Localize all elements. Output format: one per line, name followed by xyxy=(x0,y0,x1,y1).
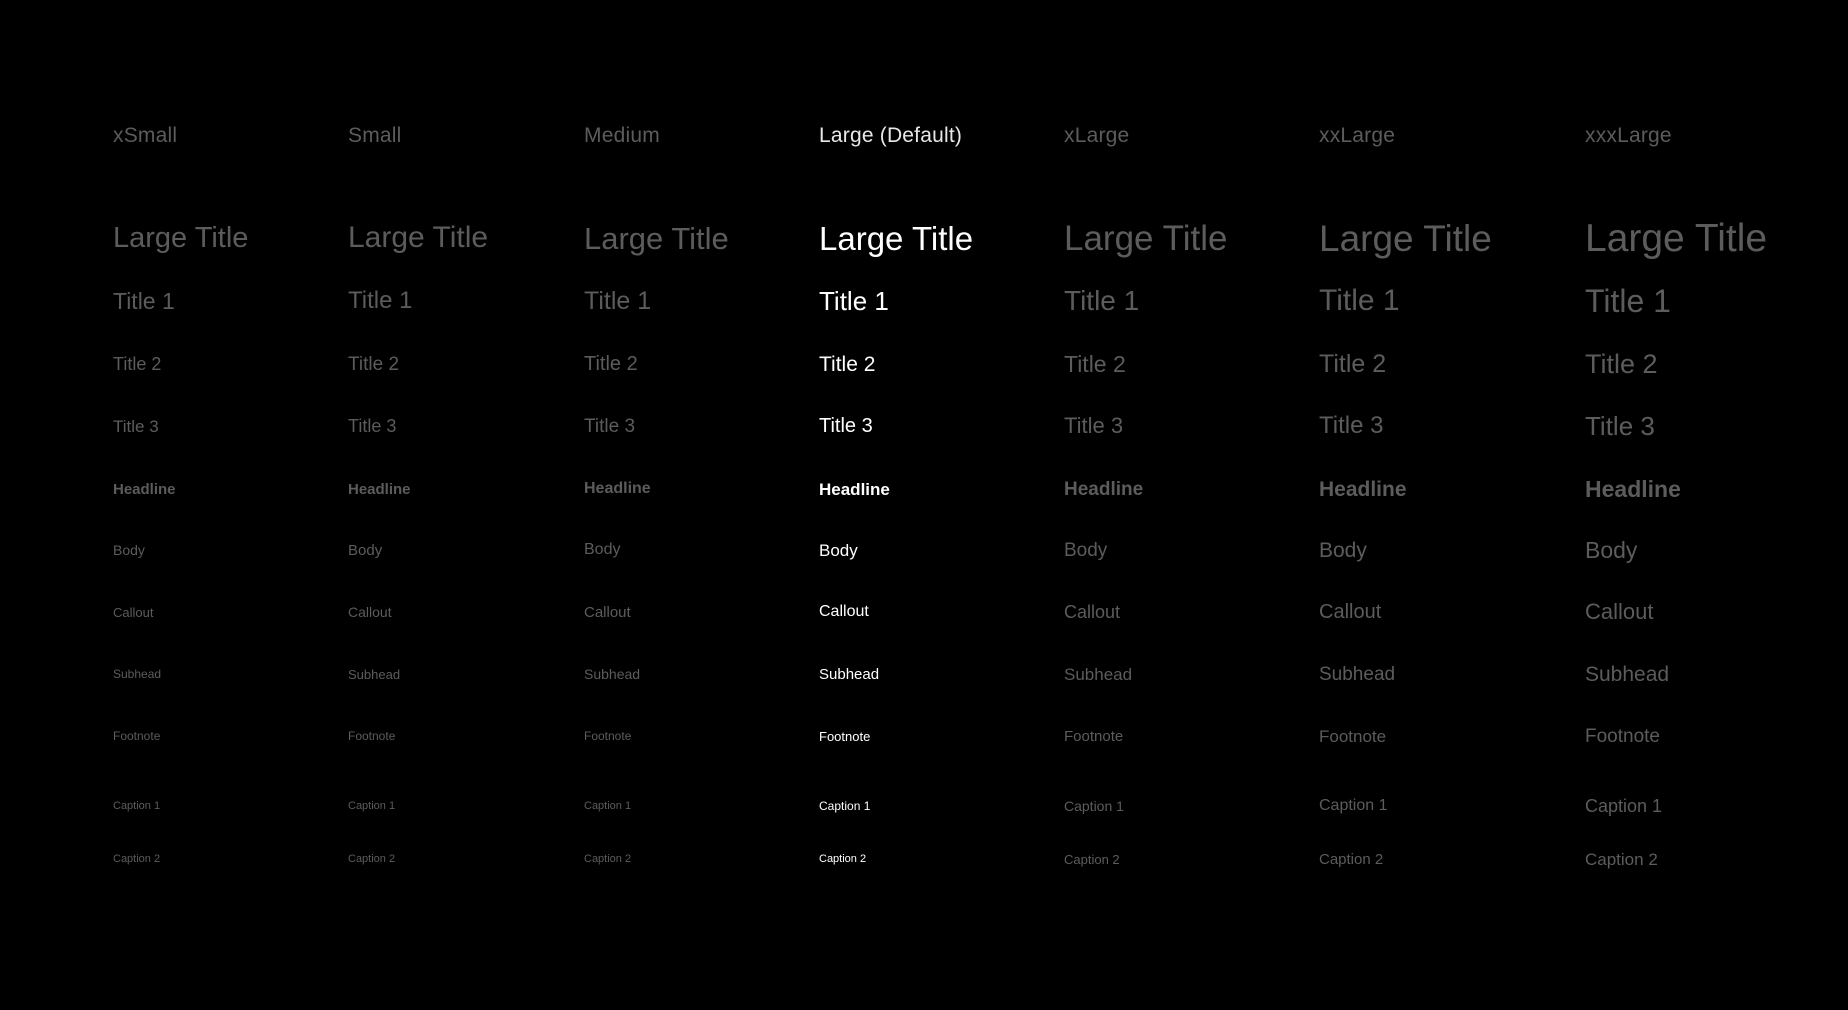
style-sample-title-2: Title 2 xyxy=(819,352,876,376)
style-sample-caption-1: Caption 1 xyxy=(819,799,871,813)
style-sample-caption-1: Caption 1 xyxy=(1064,798,1124,814)
style-sample-large-title: Large Title xyxy=(1064,218,1228,258)
column-header: xSmall xyxy=(113,124,178,147)
style-sample-title-2: Title 2 xyxy=(584,353,638,375)
style-sample-subhead: Subhead xyxy=(348,666,401,682)
style-sample-title-3: Title 3 xyxy=(1585,411,1655,441)
style-sample-large-title: Large Title xyxy=(113,221,249,254)
style-sample-body: Body xyxy=(584,541,621,558)
style-sample-caption-2: Caption 2 xyxy=(819,852,867,865)
style-sample-title-3: Title 3 xyxy=(584,415,636,437)
style-sample-body: Body xyxy=(819,540,858,560)
style-sample-callout: Callout xyxy=(113,604,154,620)
style-sample-callout: Callout xyxy=(819,603,869,620)
style-sample-caption-1: Caption 1 xyxy=(113,799,161,812)
style-sample-headline: Headline xyxy=(1319,477,1407,501)
style-sample-caption-1: Caption 1 xyxy=(1319,797,1388,814)
style-sample-body: Body xyxy=(1064,539,1108,561)
style-sample-headline: Headline xyxy=(113,480,176,498)
style-sample-headline: Headline xyxy=(1064,478,1144,500)
style-sample-footnote: Footnote xyxy=(1319,726,1387,746)
style-sample-caption-2: Caption 2 xyxy=(113,852,161,865)
style-sample-title-2: Title 2 xyxy=(1319,349,1387,378)
column-header: xLarge xyxy=(1064,124,1130,147)
style-sample-footnote: Footnote xyxy=(819,728,871,744)
style-sample-caption-2: Caption 2 xyxy=(1585,849,1658,869)
style-sample-large-title: Large Title xyxy=(348,221,489,254)
style-sample-caption-1: Caption 1 xyxy=(1585,796,1663,816)
style-sample-caption-2: Caption 2 xyxy=(1319,850,1384,868)
style-sample-title-2: Title 2 xyxy=(348,353,400,375)
style-sample-title-3: Title 3 xyxy=(819,415,873,437)
column-header: Large (Default) xyxy=(819,124,963,147)
style-sample-caption-2: Caption 2 xyxy=(348,852,396,865)
column-header: Small xyxy=(348,124,402,147)
style-sample-headline: Headline xyxy=(819,479,890,499)
style-sample-subhead: Subhead xyxy=(819,665,880,683)
style-sample-footnote: Footnote xyxy=(584,729,632,743)
style-sample-title-2: Title 2 xyxy=(113,354,162,374)
style-sample-title-3: Title 3 xyxy=(1064,413,1124,438)
style-sample-large-title: Large Title xyxy=(584,220,729,256)
style-sample-title-1: Title 1 xyxy=(1319,284,1400,317)
style-sample-headline: Headline xyxy=(348,480,411,498)
style-sample-footnote: Footnote xyxy=(1585,725,1660,747)
style-sample-title-3: Title 3 xyxy=(113,416,159,436)
style-sample-caption-2: Caption 2 xyxy=(584,852,632,865)
style-sample-title-3: Title 3 xyxy=(1319,412,1384,439)
style-sample-subhead: Subhead xyxy=(584,666,641,682)
style-sample-footnote: Footnote xyxy=(1064,727,1124,745)
style-sample-footnote: Footnote xyxy=(113,729,161,743)
style-sample-large-title: Large Title xyxy=(819,219,974,257)
style-sample-headline: Headline xyxy=(1585,475,1681,502)
style-sample-title-1: Title 1 xyxy=(819,286,889,316)
style-sample-footnote: Footnote xyxy=(348,729,396,743)
style-sample-body: Body xyxy=(1319,538,1367,562)
style-sample-subhead: Subhead xyxy=(1319,663,1396,685)
style-sample-title-2: Title 2 xyxy=(1064,350,1126,377)
style-sample-subhead: Subhead xyxy=(113,667,162,681)
column-header: xxLarge xyxy=(1319,124,1396,147)
column-header: xxxLarge xyxy=(1585,124,1672,147)
style-sample-body: Body xyxy=(348,541,383,559)
style-sample-title-1: Title 1 xyxy=(584,286,652,315)
style-sample-callout: Callout xyxy=(1064,602,1121,622)
style-sample-headline: Headline xyxy=(584,480,651,497)
style-sample-caption-1: Caption 1 xyxy=(584,799,632,812)
style-sample-large-title: Large Title xyxy=(1319,217,1492,259)
style-sample-body: Body xyxy=(113,542,145,558)
style-sample-callout: Callout xyxy=(348,604,392,620)
style-sample-title-2: Title 2 xyxy=(1585,348,1658,379)
style-sample-body: Body xyxy=(1585,536,1638,563)
style-sample-title-1: Title 1 xyxy=(348,287,413,314)
column-header: Medium xyxy=(584,124,660,147)
style-sample-title-1: Title 1 xyxy=(113,287,175,314)
style-sample-callout: Callout xyxy=(584,603,631,621)
style-sample-caption-1: Caption 1 xyxy=(348,799,396,812)
style-sample-title-1: Title 1 xyxy=(1064,285,1140,316)
style-sample-callout: Callout xyxy=(1585,599,1654,624)
style-sample-subhead: Subhead xyxy=(1585,662,1670,686)
style-sample-title-3: Title 3 xyxy=(348,416,397,436)
style-sample-title-1: Title 1 xyxy=(1585,283,1671,319)
style-sample-callout: Callout xyxy=(1319,601,1382,623)
style-sample-subhead: Subhead xyxy=(1064,664,1133,684)
style-sample-large-title: Large Title xyxy=(1585,216,1768,260)
style-sample-caption-2: Caption 2 xyxy=(1064,851,1120,867)
